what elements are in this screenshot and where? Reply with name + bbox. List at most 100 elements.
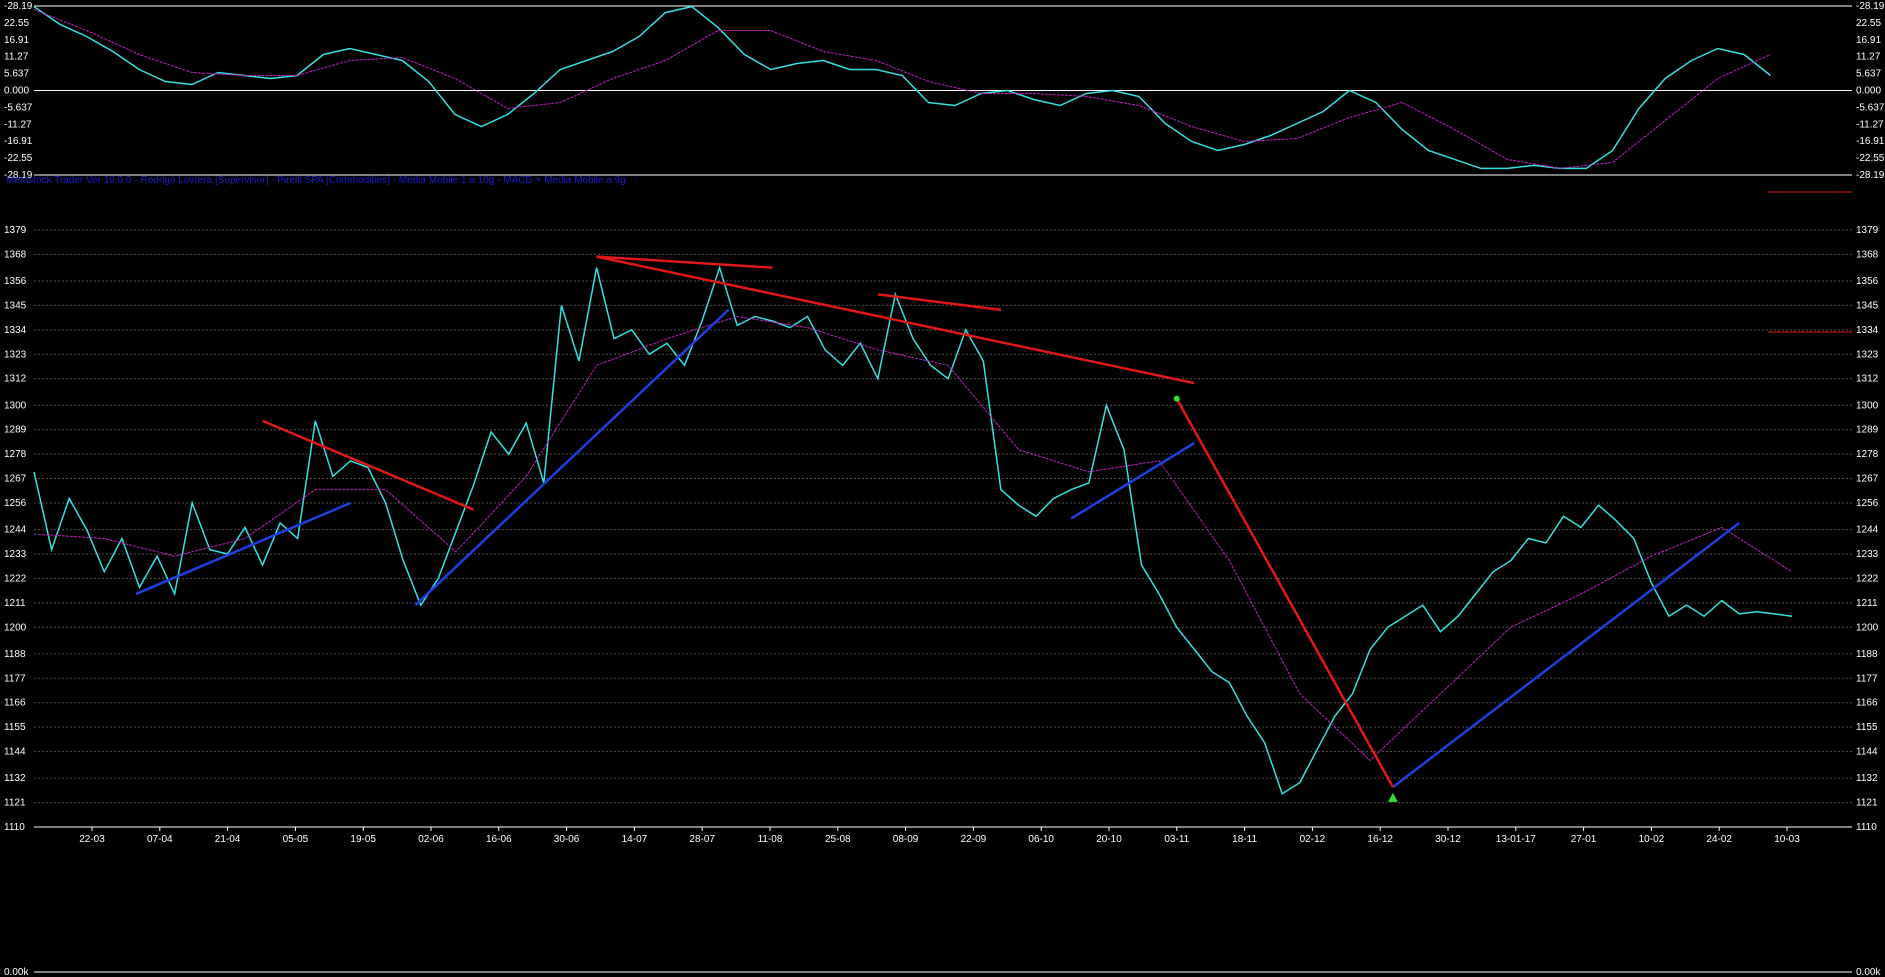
osc-y-tick-left: 11.27 (4, 52, 29, 63)
price-x-tick-label: 18-11 (1232, 834, 1257, 845)
price-y-tick-left: 1345 (4, 300, 27, 311)
osc-y-tick-left: -16.91 (4, 136, 33, 147)
osc-y-tick-right: -22.55 (1856, 153, 1885, 164)
osc-y-tick-left: 5.637 (4, 69, 29, 80)
osc-y-tick-left: 0.000 (4, 86, 29, 97)
osc-y-tick-right: 16.91 (1856, 35, 1881, 46)
price-x-tick-label: 27-01 (1571, 834, 1597, 845)
price-y-tick-left: 1289 (4, 425, 27, 436)
osc-y-tick-left: -22.55 (4, 153, 33, 164)
price-y-tick-right: 1144 (1856, 747, 1878, 758)
osc-y-tick-right: 0.000 (1856, 86, 1881, 97)
osc-y-tick-right: -28.19 (1856, 170, 1885, 181)
price-y-tick-left: 1222 (4, 573, 27, 584)
price-x-tick-label: 13-01-17 (1496, 834, 1536, 845)
price-x-tick-label: 10-02 (1639, 834, 1665, 845)
osc-y-tick-left: 22.55 (4, 18, 29, 29)
price-y-tick-left: 1256 (4, 498, 27, 509)
osc-y-tick-left: 16.91 (4, 35, 29, 46)
osc-y-tick-right: -5.637 (1856, 102, 1885, 113)
price-x-tick-label: 03-11 (1164, 834, 1189, 845)
price-y-tick-left: 1144 (4, 747, 26, 758)
price-y-tick-right: 1379 (1856, 225, 1879, 236)
price-y-tick-left: 1166 (4, 698, 26, 709)
volume-y-tick-right: 0.00k (1856, 967, 1881, 977)
price-y-tick-left: 1379 (4, 225, 27, 236)
price-y-tick-right: 1278 (1856, 449, 1879, 460)
price-x-tick-label: 02-12 (1300, 834, 1326, 845)
price-y-tick-left: 1155 (4, 722, 26, 733)
osc-y-tick-right: 5.637 (1856, 69, 1881, 80)
price-x-tick-label: 24-02 (1706, 834, 1732, 845)
price-y-tick-right: 1110 (1856, 822, 1877, 833)
price-y-tick-left: 1312 (4, 374, 27, 385)
price-x-tick-label: 08-09 (893, 834, 919, 845)
price-x-tick-label: 30-12 (1435, 834, 1461, 845)
price-y-tick-left: 1356 (4, 276, 27, 287)
price-x-tick-label: 22-03 (79, 834, 105, 845)
price-x-tick-label: 14-07 (622, 834, 648, 845)
price-y-tick-right: 1312 (1856, 374, 1879, 385)
price-y-tick-right: 1132 (1856, 773, 1878, 784)
price-y-tick-right: 1323 (1856, 349, 1879, 360)
price-y-tick-right: 1222 (1856, 573, 1879, 584)
price-y-tick-right: 1356 (1856, 276, 1879, 287)
price-x-tick-label: 07-04 (147, 834, 173, 845)
price-y-tick-left: 1110 (4, 822, 25, 833)
osc-y-tick-right: -11.27 (1856, 119, 1884, 130)
osc-y-tick-right: -28.19 (1856, 1, 1885, 12)
price-y-tick-right: 1244 (1856, 525, 1879, 536)
price-y-tick-right: 1256 (1856, 498, 1879, 509)
price-y-tick-left: 1211 (4, 598, 26, 609)
price-y-tick-right: 1289 (1856, 425, 1879, 436)
price-x-tick-label: 05-05 (283, 834, 309, 845)
price-y-tick-right: 1368 (1856, 249, 1879, 260)
price-x-tick-label: 11-08 (758, 834, 783, 845)
price-x-tick-label: 25-08 (825, 834, 851, 845)
price-x-tick-label: 10-03 (1774, 834, 1800, 845)
osc-y-tick-right: 22.55 (1856, 18, 1881, 29)
price-x-tick-label: 19-05 (350, 834, 376, 845)
price-y-tick-left: 1177 (4, 673, 26, 684)
price-y-tick-right: 1267 (1856, 474, 1879, 485)
price-y-tick-left: 1200 (4, 622, 27, 633)
price-x-tick-label: 21-04 (215, 834, 241, 845)
price-x-tick-label: 16-12 (1367, 834, 1393, 845)
price-y-tick-right: 1188 (1856, 649, 1878, 660)
price-y-tick-left: 1300 (4, 400, 27, 411)
price-y-tick-left: 1188 (4, 649, 26, 660)
price-y-tick-left: 1368 (4, 249, 27, 260)
osc-y-tick-right: -16.91 (1856, 136, 1885, 147)
price-y-tick-right: 1177 (1856, 673, 1878, 684)
price-x-tick-label: 28-07 (689, 834, 715, 845)
price-y-tick-right: 1166 (1856, 698, 1878, 709)
stock-chart-area[interactable]: -28.19 -28.19 22.55 22.55 16.91 16.91 11.27 11.… (0, 0, 1885, 977)
price-y-tick-left: 1334 (4, 325, 27, 336)
price-x-tick-label: 06-10 (1028, 834, 1054, 845)
price-y-tick-right: 1233 (1856, 549, 1879, 560)
price-y-tick-right: 1300 (1856, 400, 1879, 411)
price-x-tick-label: 30-06 (554, 834, 580, 845)
price-x-tick-label: 16-06 (486, 834, 512, 845)
price-y-tick-left: 1323 (4, 349, 27, 360)
osc-y-tick-right: 11.27 (1856, 52, 1881, 63)
marker-high (1173, 395, 1180, 402)
chart-background (0, 0, 1885, 977)
price-y-tick-left: 1244 (4, 525, 27, 536)
osc-y-tick-left: -5.637 (4, 102, 33, 113)
price-y-tick-left: 1121 (4, 798, 26, 809)
price-y-tick-right: 1345 (1856, 300, 1879, 311)
price-y-tick-right: 1211 (1856, 598, 1878, 609)
price-x-tick-label: 20-10 (1096, 834, 1122, 845)
price-y-tick-left: 1132 (4, 773, 26, 784)
osc-y-tick-left: -28.19 (4, 1, 33, 12)
price-x-tick-label: 22-09 (961, 834, 987, 845)
price-x-tick-label: 02-06 (418, 834, 444, 845)
price-y-tick-left: 1233 (4, 549, 27, 560)
price-y-tick-right: 1200 (1856, 622, 1879, 633)
chart-header-text: Metastock Trader Ver 10.0.0 - Rodrigo Lo… (6, 175, 626, 186)
price-y-tick-right: 1121 (1856, 798, 1878, 809)
price-y-tick-left: 1278 (4, 449, 27, 460)
price-y-tick-left: 1267 (4, 474, 27, 485)
price-y-tick-right: 1334 (1856, 325, 1879, 336)
